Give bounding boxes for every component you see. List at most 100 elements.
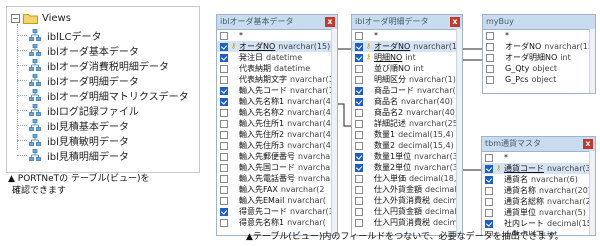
field-checkbox[interactable]: [220, 185, 228, 194]
field-checkbox[interactable]: [220, 86, 228, 95]
field-row[interactable]: 得意先コード nvarchar(1: [217, 206, 337, 217]
field-checkbox[interactable]: [355, 185, 363, 194]
field-row[interactable]: ⚷ 明細NO int: [352, 52, 462, 63]
field-row[interactable]: 輸入先EMail nvarchar(: [217, 195, 337, 206]
field-row[interactable]: 輸入先名称2 nvarchar(4: [217, 107, 337, 118]
tree-view-item[interactable]: ibl見積明細データ: [29, 148, 129, 163]
field-checkbox[interactable]: [220, 196, 228, 205]
field-checkbox[interactable]: [485, 153, 493, 162]
tree-view-item[interactable]: ibl見積敏明データ: [29, 133, 129, 148]
field-row[interactable]: ⚷ オーダNO nvarchar(15): [352, 41, 462, 52]
field-checkbox[interactable]: [485, 197, 493, 206]
field-row[interactable]: 輸入先電話番号 nvarchar: [217, 173, 337, 184]
field-row[interactable]: 商品名2 nvarchar(40): [352, 107, 462, 118]
field-checkbox[interactable]: [220, 53, 228, 62]
field-row[interactable]: 商品名 nvarchar(40): [352, 96, 462, 107]
field-checkbox[interactable]: [485, 219, 493, 228]
field-row[interactable]: *: [483, 30, 595, 41]
vertical-scrollbar[interactable]: [331, 29, 337, 235]
tree-view-item[interactable]: iblLCデータ: [29, 28, 101, 43]
field-row[interactable]: 通貨名称 nvarchar(20): [482, 185, 595, 196]
field-checkbox[interactable]: [486, 75, 494, 84]
field-checkbox[interactable]: [355, 130, 363, 139]
field-checkbox[interactable]: [355, 31, 363, 40]
field-checkbox[interactable]: [355, 119, 363, 128]
vertical-scrollbar[interactable]: [589, 151, 595, 235]
window-title-bar[interactable]: tbm通貨マスタ x: [482, 137, 595, 152]
field-checkbox[interactable]: [220, 31, 228, 40]
field-checkbox[interactable]: [486, 31, 494, 40]
field-row[interactable]: オーダ明細NO int: [483, 52, 595, 63]
field-checkbox[interactable]: [220, 130, 228, 139]
field-row[interactable]: *: [217, 30, 337, 41]
field-checkbox[interactable]: [355, 86, 363, 95]
field-checkbox[interactable]: [220, 75, 228, 84]
field-row[interactable]: 数量2 decimal(15,4): [352, 140, 462, 151]
field-row[interactable]: 並び順NO int: [352, 63, 462, 74]
field-row[interactable]: 商品コードnvarchar(20): [352, 85, 462, 96]
field-row[interactable]: G_Qty object: [483, 63, 595, 74]
field-checkbox[interactable]: [355, 141, 363, 150]
field-checkbox[interactable]: [220, 207, 228, 216]
field-row[interactable]: 輸入先名称1 nvarchar(4: [217, 96, 337, 107]
field-row[interactable]: 輸入先住所1 nvarchar(4: [217, 118, 337, 129]
field-checkbox[interactable]: [355, 42, 363, 51]
field-row[interactable]: 通貨名 nvarchar(6): [482, 174, 595, 185]
field-row[interactable]: 通貨名総称 nvarchar(20): [482, 196, 595, 207]
close-icon[interactable]: x: [583, 139, 593, 149]
field-checkbox[interactable]: [486, 64, 494, 73]
table-window-order-detail[interactable]: iblオーダ明細データ x * ⚷ オーダNO nvarchar(15) ⚷ 明細NO in…: [351, 14, 463, 236]
field-checkbox[interactable]: [220, 152, 228, 161]
field-row[interactable]: 詳細記述 nvarchar(255): [352, 118, 462, 129]
field-checkbox[interactable]: [220, 119, 228, 128]
table-window-order-basic[interactable]: iblオーダ基本データ x * ⚷ オーダNO nvarchar(15) 発注日 date…: [216, 14, 338, 236]
field-checkbox[interactable]: [220, 64, 228, 73]
field-checkbox[interactable]: [220, 218, 228, 227]
table-window-currency[interactable]: tbm通貨マスタ x * ⚷ 通貨コード nvarchar(3) 通貨名 nvarchar…: [481, 136, 596, 236]
field-row[interactable]: 仕入円貨金額 decimal(: [352, 206, 462, 217]
field-row[interactable]: 代表納期文字 nvarchar(1: [217, 74, 337, 85]
window-title-bar[interactable]: myBuy: [483, 15, 595, 30]
field-checkbox[interactable]: [220, 141, 228, 150]
tree-view-item[interactable]: iblログ記録ファイル: [29, 103, 139, 118]
window-title-bar[interactable]: iblオーダ基本データ x: [217, 15, 337, 30]
field-row[interactable]: ⚷ 通貨コード nvarchar(3): [482, 163, 595, 174]
field-checkbox[interactable]: [355, 108, 363, 117]
field-checkbox[interactable]: [220, 174, 228, 183]
field-checkbox[interactable]: [355, 218, 363, 227]
field-checkbox[interactable]: [485, 175, 493, 184]
field-row[interactable]: 輸入先国コード nvarchar(: [217, 162, 337, 173]
field-checkbox[interactable]: [220, 42, 228, 51]
vertical-scrollbar[interactable]: [589, 29, 595, 93]
field-row[interactable]: 仕入外貨金額 decimal(: [352, 184, 462, 195]
field-row[interactable]: 輸入先コード nvarchar(1: [217, 85, 337, 96]
field-checkbox[interactable]: [355, 207, 363, 216]
field-checkbox[interactable]: [486, 53, 494, 62]
field-row[interactable]: 輸入先住所2 nvarchar(4: [217, 129, 337, 140]
field-row[interactable]: 仕入単価 decimal(18,6): [352, 173, 462, 184]
field-checkbox[interactable]: [220, 108, 228, 117]
field-row[interactable]: 仕入円貨消費税 decimal: [352, 217, 462, 228]
field-checkbox[interactable]: [355, 75, 363, 84]
field-row[interactable]: 明細区分 nvarchar(1): [352, 74, 462, 85]
field-row[interactable]: 数量1 decimal(15,4): [352, 129, 462, 140]
field-checkbox[interactable]: [485, 208, 493, 217]
field-row[interactable]: 代表納期 datetime: [217, 63, 337, 74]
tree-root-views[interactable]: − Views: [11, 11, 71, 25]
close-icon[interactable]: x: [450, 17, 460, 27]
field-checkbox[interactable]: [355, 196, 363, 205]
field-row[interactable]: 輸入先郵便番号 nvarchar: [217, 151, 337, 162]
field-row[interactable]: 数量1単位 nvarchar(3): [352, 151, 462, 162]
field-row[interactable]: 輸入先住所3 nvarchar(4: [217, 140, 337, 151]
table-window-mybuy[interactable]: myBuy * オーダNO nvarchar(15) オーダ明細NO int G_Qty o…: [482, 14, 596, 94]
field-row[interactable]: ⚷ オーダNO nvarchar(15): [217, 41, 337, 52]
field-row[interactable]: オーダNO nvarchar(15): [483, 41, 595, 52]
field-row[interactable]: 輸入先FAX nvarchar(2: [217, 184, 337, 195]
field-checkbox[interactable]: [220, 163, 228, 172]
tree-view-item[interactable]: iblオーダ明細データ: [29, 73, 139, 88]
tree-view-item[interactable]: ibl見積基本データ: [29, 118, 129, 133]
tree-view-item[interactable]: iblオーダ明細マトリクスデータ: [29, 88, 189, 103]
window-title-bar[interactable]: iblオーダ明細データ x: [352, 15, 462, 30]
field-checkbox[interactable]: [355, 53, 363, 62]
field-checkbox[interactable]: [485, 164, 493, 173]
